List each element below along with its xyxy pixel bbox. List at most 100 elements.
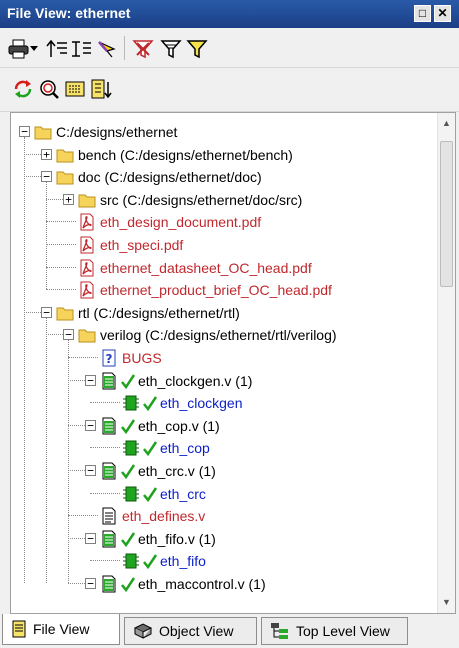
tree-row-cop[interactable]: eth_cop [11, 437, 437, 459]
folder-icon [56, 168, 74, 186]
close-button[interactable]: ✕ [434, 5, 451, 22]
vertical-scrollbar[interactable]: ▲ ▼ [437, 113, 455, 613]
tree-label: eth_clockgen [160, 395, 243, 412]
tree-connector [90, 492, 120, 494]
verilog-file-icon [100, 530, 118, 548]
tree-connector [68, 515, 98, 517]
filter-icon[interactable] [186, 38, 208, 60]
restore-button[interactable]: □ [414, 5, 431, 22]
tree-row-fifo[interactable]: eth_fifo [11, 550, 437, 572]
tree-row-defines[interactable]: eth_defines.v [11, 505, 437, 527]
tree-row-fifo_v[interactable]: − eth_fifo.v (1) [11, 528, 437, 550]
tree-row-bugs[interactable]: ? BUGS [11, 347, 437, 369]
print-dropdown-icon[interactable] [28, 38, 40, 60]
tree-row-pdf2[interactable]: eth_speci.pdf [11, 234, 437, 256]
tree-label: src (C:/designs/ethernet/doc/src) [100, 191, 303, 208]
tree-label: rtl (C:/designs/ethernet/rtl) [78, 304, 240, 321]
tab-top-level-view[interactable]: Top Level View [261, 617, 408, 645]
tree-row-doc[interactable]: − doc (C:/designs/ethernet/doc) [11, 166, 437, 188]
tree-row-pdf1[interactable]: eth_design_document.pdf [11, 211, 437, 233]
scroll-thumb[interactable] [440, 141, 453, 287]
collapse-all-icon[interactable] [46, 38, 68, 60]
tree-row-verilog[interactable]: − verilog (C:/designs/ethernet/rtl/verilo… [11, 324, 437, 346]
scroll-up-icon[interactable]: ▲ [438, 115, 455, 132]
module-icon [122, 485, 140, 503]
file-tree[interactable]: ▲ ▼ − C:/designs/ethernet + bench (C:/desig… [10, 112, 456, 614]
collapse-toggle-icon[interactable]: − [85, 532, 96, 544]
refresh-icon[interactable] [12, 78, 34, 100]
scroll-down-icon[interactable]: ▼ [438, 594, 455, 611]
filter-settings-icon[interactable] [160, 38, 182, 60]
print-icon[interactable] [8, 38, 30, 60]
tree-row-cop_v[interactable]: − eth_cop.v (1) [11, 415, 437, 437]
collapse-toggle-icon[interactable]: − [19, 126, 30, 137]
svg-text:?: ? [106, 352, 113, 366]
tree-connector [46, 266, 76, 268]
tree-row-macctl_v[interactable]: − eth_maccontrol.v (1) [11, 573, 437, 595]
tree-label: eth_crc [160, 485, 206, 502]
collapse-toggle-icon[interactable]: − [85, 419, 96, 431]
clear-filter-icon[interactable] [132, 38, 154, 60]
tree-label: eth_crc.v (1) [138, 463, 216, 479]
collapse-toggle-icon[interactable]: − [41, 306, 52, 318]
expand-toggle-icon[interactable]: + [41, 148, 52, 160]
check-icon [120, 576, 138, 594]
verilog-file-icon [100, 575, 118, 593]
expand-toggle-icon[interactable]: + [63, 193, 74, 205]
tree-row-root[interactable]: − C:/designs/ethernet [11, 121, 437, 143]
tree-row-rtl[interactable]: − rtl (C:/designs/ethernet/rtl) [11, 302, 437, 324]
folder-icon [34, 123, 52, 141]
tree-label: BUGS [122, 350, 162, 366]
folder-icon [78, 191, 96, 209]
tab-object-view[interactable]: Object View [124, 617, 257, 645]
tree-row-pdf3[interactable]: ethernet_datasheet_OC_head.pdf [11, 257, 437, 279]
check-icon [120, 418, 138, 436]
tab-label: File View [33, 621, 90, 637]
sort-icon[interactable] [90, 78, 112, 100]
tree-label: eth_design_document.pdf [100, 214, 262, 231]
find-icon[interactable] [38, 78, 60, 100]
check-icon [120, 531, 138, 549]
check-icon [120, 373, 138, 391]
module-icon [122, 394, 140, 412]
tree-connector [90, 447, 120, 449]
collapse-toggle-icon[interactable]: − [63, 329, 74, 341]
module-icon [122, 439, 140, 457]
tree-guide-line [46, 182, 47, 290]
collapse-toggle-icon[interactable]: − [85, 374, 96, 386]
tree-label: eth_cop [160, 440, 210, 457]
collapse-toggle-icon[interactable]: − [85, 578, 96, 589]
tree-connector [24, 153, 41, 155]
tree-row-pdf4[interactable]: ethernet_product_brief_OC_head.pdf [11, 279, 437, 301]
check-icon [142, 486, 160, 504]
window-title: File View: ethernet [7, 5, 131, 21]
tab-file-view[interactable]: File View [2, 614, 120, 645]
toolbar-separator [124, 36, 125, 60]
tree-connector [68, 537, 85, 539]
tree-connector [24, 176, 41, 178]
tree-row-crc[interactable]: eth_crc [11, 483, 437, 505]
tree-row-clkgen_v[interactable]: − eth_clockgen.v (1) [11, 370, 437, 392]
tree-label: eth_speci.pdf [100, 237, 184, 253]
tree-connector [46, 334, 63, 336]
tree-connector [90, 402, 120, 404]
tree-row-src[interactable]: + src (C:/designs/ethernet/doc/src) [11, 189, 437, 211]
pointer-arrow-icon[interactable] [96, 38, 118, 60]
tree-row-bench[interactable]: + bench (C:/designs/ethernet/bench) [11, 144, 437, 166]
collapse-toggle-icon[interactable]: − [85, 465, 96, 476]
verilog-file-icon [100, 462, 118, 480]
verilog-file-icon [100, 417, 118, 435]
tree-row-crc_v[interactable]: − eth_crc.v (1) [11, 460, 437, 482]
tree-label: eth_fifo.v (1) [138, 530, 216, 547]
window-titlebar: File View: ethernet □ ✕ [0, 0, 459, 28]
tree-label: ethernet_datasheet_OC_head.pdf [100, 259, 312, 276]
expand-all-icon[interactable] [70, 38, 92, 60]
tab-label: Object View [159, 623, 234, 639]
properties-icon[interactable] [64, 78, 86, 100]
tree-row-clkgen[interactable]: eth_clockgen [11, 392, 437, 414]
collapse-toggle-icon[interactable]: − [41, 171, 52, 183]
pdf-file-icon [78, 259, 96, 277]
tree-guide-line [68, 340, 69, 583]
tree-connector [68, 470, 85, 471]
tree-label: eth_cop.v (1) [138, 417, 220, 434]
